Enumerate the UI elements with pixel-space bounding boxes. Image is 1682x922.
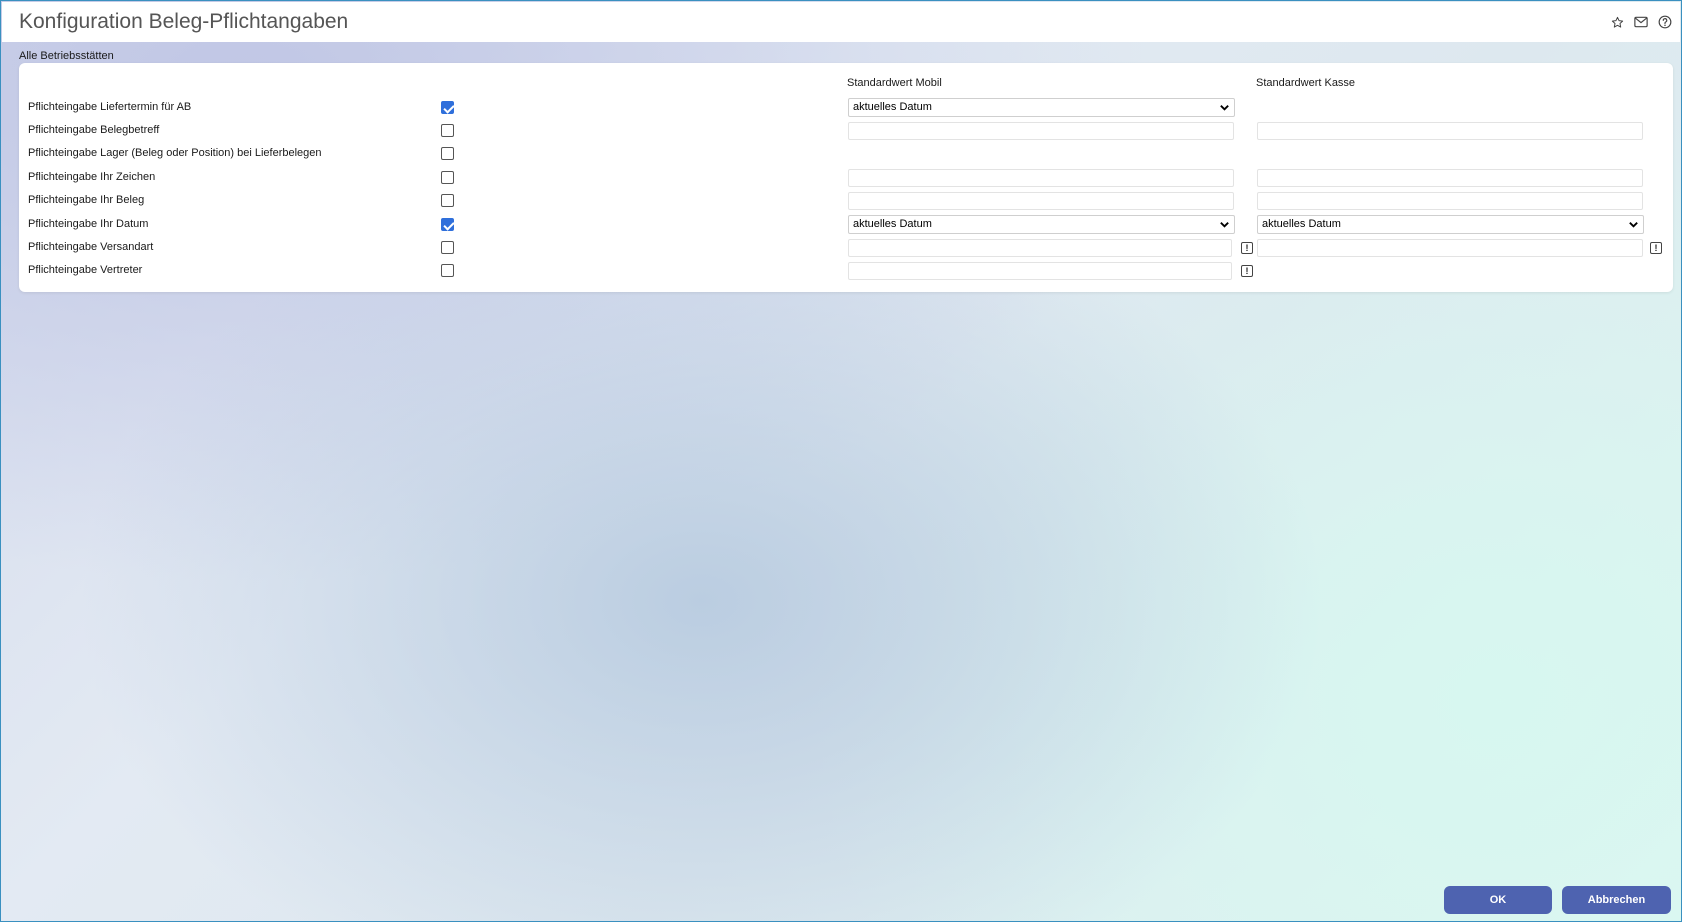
column-header-mobil: Standardwert Mobil — [847, 77, 942, 89]
kasse-default-input[interactable] — [1257, 122, 1643, 140]
row-label: Pflichteingabe Vertreter — [28, 264, 143, 276]
mobil-default-select[interactable]: aktuelles Datum — [848, 98, 1235, 117]
required-checkbox[interactable] — [441, 264, 454, 277]
mobil-lookup-button[interactable]: ! — [1241, 265, 1253, 277]
required-checkbox[interactable] — [441, 147, 454, 160]
help-icon[interactable] — [1656, 13, 1674, 31]
mobil-lookup-button[interactable]: ! — [1241, 242, 1253, 254]
required-checkbox[interactable] — [441, 101, 454, 114]
chevron-down-icon — [1220, 222, 1229, 228]
star-icon[interactable] — [1608, 13, 1626, 31]
row-label: Pflichteingabe Liefertermin für AB — [28, 101, 192, 113]
header-icon-group — [1608, 13, 1674, 31]
kasse-default-input[interactable] — [1257, 239, 1643, 257]
column-header-kasse: Standardwert Kasse — [1256, 77, 1356, 89]
mail-icon[interactable] — [1632, 13, 1650, 31]
row-lager: Pflichteingabe Lager (Beleg oder Positio… — [19, 143, 1673, 165]
row-ihr-datum: Pflichteingabe Ihr Datum aktuelles Datum… — [19, 214, 1673, 236]
row-label: Pflichteingabe Belegbetreff — [28, 124, 160, 136]
kasse-lookup-button[interactable]: ! — [1650, 242, 1662, 254]
row-label: Pflichteingabe Ihr Datum — [28, 218, 149, 230]
row-ihr-zeichen: Pflichteingabe Ihr Zeichen — [19, 167, 1673, 189]
required-checkbox[interactable] — [441, 124, 454, 137]
ok-button[interactable]: OK — [1444, 886, 1552, 914]
row-label: Pflichteingabe Ihr Zeichen — [28, 171, 156, 183]
chevron-down-icon — [1220, 105, 1229, 111]
required-checkbox[interactable] — [441, 171, 454, 184]
mobil-default-input[interactable] — [848, 262, 1232, 280]
page-title: Konfiguration Beleg-Pflichtangaben — [19, 10, 349, 33]
kasse-default-input[interactable] — [1257, 192, 1643, 210]
mobil-default-input[interactable] — [848, 122, 1234, 140]
chevron-down-icon — [1629, 222, 1638, 228]
mobil-default-input[interactable] — [848, 192, 1234, 210]
row-belegbetreff: Pflichteingabe Belegbetreff — [19, 120, 1673, 142]
scope-label: Alle Betriebsstätten — [19, 50, 114, 62]
mobil-default-input[interactable] — [848, 169, 1234, 187]
kasse-default-input[interactable] — [1257, 169, 1643, 187]
row-versandart: Pflichteingabe Versandart ! ! — [19, 237, 1673, 259]
config-window: Konfiguration Beleg-Pflichtangaben Alle … — [0, 0, 1682, 922]
row-label: Pflichteingabe Ihr Beleg — [28, 194, 145, 206]
row-label: Pflichteingabe Versandart — [28, 241, 154, 253]
title-bar: Konfiguration Beleg-Pflichtangaben — [2, 2, 1680, 42]
mobil-default-input[interactable] — [848, 239, 1232, 257]
required-checkbox[interactable] — [441, 194, 454, 207]
settings-panel: Standardwert Mobil Standardwert Kasse Pf… — [19, 63, 1673, 292]
cancel-button[interactable]: Abbrechen — [1562, 886, 1671, 914]
kasse-default-select[interactable]: aktuelles Datum — [1257, 215, 1644, 234]
row-vertreter: Pflichteingabe Vertreter ! — [19, 260, 1673, 282]
row-label: Pflichteingabe Lager (Beleg oder Positio… — [28, 147, 322, 159]
row-liefertermin-ab: Pflichteingabe Liefertermin für AB aktue… — [19, 97, 1673, 119]
row-ihr-beleg: Pflichteingabe Ihr Beleg — [19, 190, 1673, 212]
required-checkbox[interactable] — [441, 218, 454, 231]
required-checkbox[interactable] — [441, 241, 454, 254]
mobil-default-select[interactable]: aktuelles Datum — [848, 215, 1235, 234]
